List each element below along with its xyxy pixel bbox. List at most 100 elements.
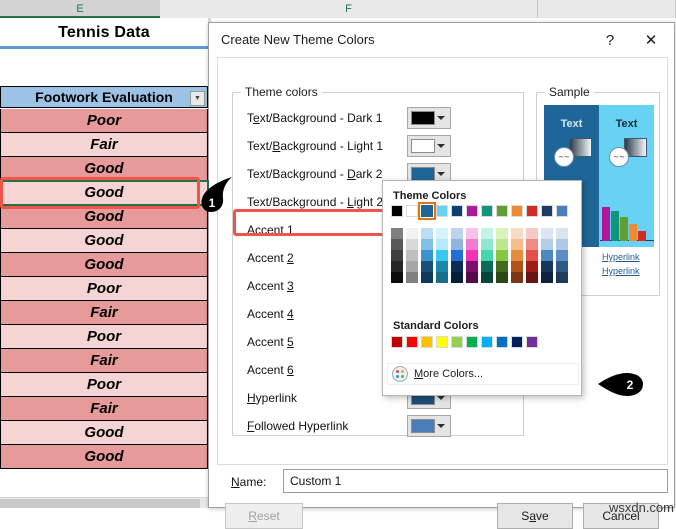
table-row[interactable]: Poor	[0, 325, 208, 349]
table-row[interactable]: Fair	[0, 301, 208, 325]
table-column-header[interactable]: Footwork Evaluation ▼	[0, 86, 208, 108]
standard-color-swatch[interactable]	[391, 336, 403, 348]
chevron-down-icon[interactable]	[437, 144, 445, 148]
theme-tint-swatch[interactable]	[511, 239, 523, 250]
theme-tint-swatch[interactable]	[556, 250, 568, 261]
table-row[interactable]: Good	[0, 180, 210, 207]
theme-color-swatch[interactable]	[406, 205, 418, 217]
chevron-down-icon[interactable]	[437, 116, 445, 120]
theme-tint-swatch[interactable]	[481, 228, 493, 239]
theme-tint-swatch[interactable]	[406, 250, 418, 261]
theme-tint-swatch[interactable]	[436, 228, 448, 239]
theme-tint-swatch[interactable]	[556, 272, 568, 283]
standard-color-swatch[interactable]	[466, 336, 478, 348]
standard-color-swatch[interactable]	[511, 336, 523, 348]
standard-color-swatch[interactable]	[436, 336, 448, 348]
table-row[interactable]: Fair	[0, 133, 208, 157]
save-button[interactable]: Save	[497, 503, 573, 529]
filter-dropdown-icon[interactable]: ▼	[190, 91, 205, 106]
horizontal-scrollbar[interactable]	[0, 497, 208, 508]
table-row[interactable]: Fair	[0, 349, 208, 373]
column-header-g[interactable]	[538, 0, 676, 18]
theme-tint-swatch[interactable]	[391, 261, 403, 272]
theme-color-button[interactable]	[407, 107, 451, 129]
theme-tint-swatch[interactable]	[526, 261, 538, 272]
chevron-down-icon[interactable]	[437, 172, 445, 176]
standard-color-swatch[interactable]	[526, 336, 538, 348]
theme-tint-swatch[interactable]	[541, 261, 553, 272]
table-row[interactable]: Poor	[0, 373, 208, 397]
standard-color-swatch[interactable]	[451, 336, 463, 348]
theme-tint-swatch[interactable]	[496, 250, 508, 261]
theme-tint-swatch[interactable]	[481, 239, 493, 250]
theme-color-swatch[interactable]	[436, 205, 448, 217]
reset-button[interactable]: Reset	[225, 503, 303, 529]
theme-tint-swatch[interactable]	[406, 272, 418, 283]
theme-tint-swatch[interactable]	[406, 261, 418, 272]
standard-color-swatch[interactable]	[406, 336, 418, 348]
theme-tint-swatch[interactable]	[466, 250, 478, 261]
theme-tint-swatch[interactable]	[526, 250, 538, 261]
table-row[interactable]: Good	[0, 157, 208, 181]
theme-tint-swatch[interactable]	[466, 272, 478, 283]
theme-tint-swatch[interactable]	[541, 272, 553, 283]
theme-tint-swatch[interactable]	[511, 250, 523, 261]
theme-tint-swatch[interactable]	[436, 261, 448, 272]
theme-tint-swatch[interactable]	[451, 239, 463, 250]
column-header-e[interactable]: E	[0, 0, 160, 18]
theme-tint-swatch[interactable]	[466, 239, 478, 250]
table-row[interactable]: Good	[0, 205, 208, 229]
column-header-f[interactable]: F	[160, 0, 538, 18]
table-row[interactable]: Poor	[0, 109, 208, 133]
table-row[interactable]: Poor	[0, 277, 208, 301]
theme-tint-swatch[interactable]	[421, 250, 433, 261]
theme-tint-swatch[interactable]	[496, 228, 508, 239]
theme-tint-swatch[interactable]	[526, 239, 538, 250]
chevron-down-icon[interactable]	[437, 396, 445, 400]
theme-tint-swatch[interactable]	[436, 272, 448, 283]
theme-tint-swatch[interactable]	[511, 272, 523, 283]
theme-tint-swatch[interactable]	[511, 261, 523, 272]
table-row[interactable]: Good	[0, 253, 208, 277]
theme-tint-swatch[interactable]	[451, 272, 463, 283]
theme-color-swatch[interactable]	[496, 205, 508, 217]
theme-tint-swatch[interactable]	[421, 272, 433, 283]
theme-tint-swatch[interactable]	[421, 261, 433, 272]
theme-color-swatch[interactable]	[556, 205, 568, 217]
theme-tint-swatch[interactable]	[511, 228, 523, 239]
standard-color-swatch[interactable]	[481, 336, 493, 348]
theme-tint-swatch[interactable]	[391, 239, 403, 250]
theme-color-button[interactable]	[407, 415, 451, 437]
theme-tint-swatch[interactable]	[421, 228, 433, 239]
theme-tint-swatch[interactable]	[526, 228, 538, 239]
table-row[interactable]: Good	[0, 421, 208, 445]
theme-tint-swatch[interactable]	[406, 239, 418, 250]
sheet-title[interactable]: Tennis Data	[0, 19, 208, 49]
theme-tint-swatch[interactable]	[451, 228, 463, 239]
theme-tint-swatch[interactable]	[466, 261, 478, 272]
theme-tint-swatch[interactable]	[391, 228, 403, 239]
theme-color-swatch[interactable]	[466, 205, 478, 217]
standard-color-swatch[interactable]	[496, 336, 508, 348]
standard-color-swatch[interactable]	[421, 336, 433, 348]
theme-tint-swatch[interactable]	[391, 250, 403, 261]
theme-color-swatch[interactable]	[526, 205, 538, 217]
theme-tint-swatch[interactable]	[421, 239, 433, 250]
table-row[interactable]: Fair	[0, 397, 208, 421]
theme-tint-swatch[interactable]	[496, 272, 508, 283]
theme-tint-swatch[interactable]	[481, 250, 493, 261]
theme-color-swatch[interactable]	[451, 205, 463, 217]
theme-color-swatch[interactable]	[418, 202, 436, 220]
theme-tint-swatch[interactable]	[391, 272, 403, 283]
theme-tint-swatch[interactable]	[556, 261, 568, 272]
theme-tint-swatch[interactable]	[556, 239, 568, 250]
theme-color-swatch[interactable]	[481, 205, 493, 217]
theme-tint-swatch[interactable]	[541, 250, 553, 261]
theme-tint-swatch[interactable]	[556, 228, 568, 239]
more-colors-menu-item[interactable]: More Colors...	[387, 363, 579, 385]
theme-tint-swatch[interactable]	[466, 228, 478, 239]
theme-tint-swatch[interactable]	[481, 261, 493, 272]
theme-tint-swatch[interactable]	[541, 239, 553, 250]
theme-tint-swatch[interactable]	[481, 272, 493, 283]
theme-tint-swatch[interactable]	[436, 250, 448, 261]
